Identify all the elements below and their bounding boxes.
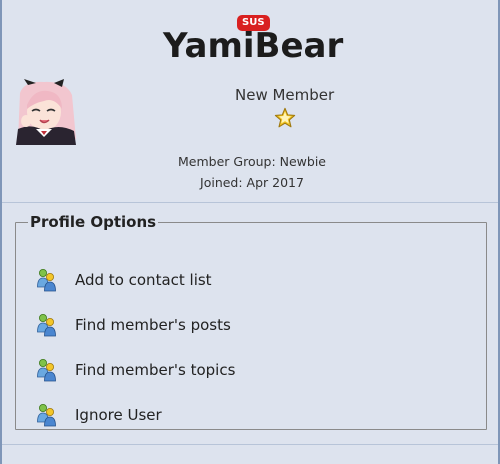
users-icon: [37, 269, 56, 292]
ignore-user-option[interactable]: Ignore User: [36, 401, 356, 429]
find-member-topics-option[interactable]: Find member's topics: [36, 356, 356, 384]
add-to-contact-list-option[interactable]: Add to contact list: [36, 266, 356, 294]
rank-title: New Member: [235, 86, 335, 104]
users-icon: [37, 404, 56, 427]
profile-options-legend: Profile Options: [30, 213, 157, 231]
member-group: Member Group: Newbie: [178, 154, 326, 169]
section-divider: [2, 444, 498, 445]
section-divider: [2, 202, 498, 203]
sus-badge: SUS: [237, 15, 270, 31]
avatar[interactable]: [14, 79, 78, 145]
find-member-posts-option[interactable]: Find member's posts: [36, 311, 356, 339]
profile-options-panel: Profile Options Add to contact list Find…: [15, 213, 487, 430]
option-label: Find member's topics: [75, 361, 236, 379]
users-icon: [37, 359, 56, 382]
star-icon: [274, 107, 296, 128]
users-icon: [37, 314, 56, 337]
option-label: Ignore User: [75, 406, 162, 424]
option-label: Add to contact list: [75, 271, 212, 289]
profile-header: YamiBear SUS New Member Member Group: Ne…: [2, 0, 498, 202]
option-label: Find member's posts: [75, 316, 231, 334]
joined-date: Joined: Apr 2017: [200, 175, 304, 190]
username-title: YamiBear: [163, 26, 344, 66]
